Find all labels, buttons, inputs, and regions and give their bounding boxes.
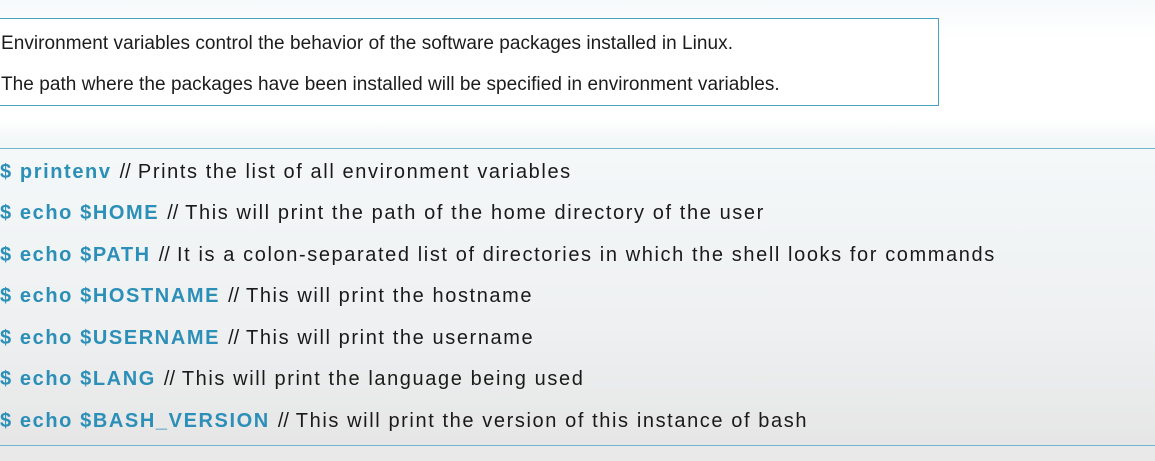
command-description: It is a colon-separated list of director… (177, 244, 996, 266)
command-list-panel: $ printenv // Prints the list of all envi… (0, 148, 1155, 446)
command-text: $ echo $PATH (0, 244, 151, 266)
command-description: Prints the list of all environment varia… (137, 161, 572, 183)
command-description: This will print the path of the home dir… (185, 202, 765, 224)
comment-marker: // (163, 368, 176, 390)
comment-marker: // (119, 161, 131, 183)
command-row-home: $ echo $HOME // This will print the path … (0, 202, 765, 225)
intro-box: Environment variables control the behavi… (0, 18, 939, 106)
command-description: This will print the language being used (181, 368, 585, 390)
intro-line-1: Environment variables control the behavi… (1, 33, 734, 54)
command-row-lang: $ echo $LANG // This will print the langu… (0, 368, 584, 391)
command-description: This will print the hostname (246, 285, 534, 307)
command-row-username: $ echo $USERNAME // This will print the u… (0, 327, 534, 350)
comment-marker: // (228, 285, 240, 307)
command-text: $ echo $BASH_VERSION (0, 410, 270, 432)
intro-line-2: The path where the packages have been in… (1, 74, 780, 95)
command-row-bash-version: $ echo $BASH_VERSION // This will print t… (0, 410, 808, 433)
bottom-strip (0, 446, 1155, 461)
comment-marker: // (158, 244, 170, 266)
command-text: $ echo $USERNAME (0, 327, 221, 349)
command-description: This will print the username (246, 327, 535, 349)
command-text: $ printenv (0, 161, 112, 183)
command-row-path: $ echo $PATH // It is a colon-separated l… (0, 244, 996, 267)
comment-marker: // (277, 410, 289, 432)
command-text: $ echo $LANG (0, 368, 156, 390)
command-text: $ echo $HOSTNAME (0, 285, 221, 307)
command-text: $ echo $HOME (0, 202, 160, 224)
command-description: This will print the version of this inst… (295, 410, 809, 432)
command-row-printenv: $ printenv // Prints the list of all envi… (0, 161, 572, 184)
command-row-hostname: $ echo $HOSTNAME // This will print the h… (0, 285, 533, 308)
comment-marker: // (228, 327, 240, 349)
comment-marker: // (167, 202, 179, 224)
